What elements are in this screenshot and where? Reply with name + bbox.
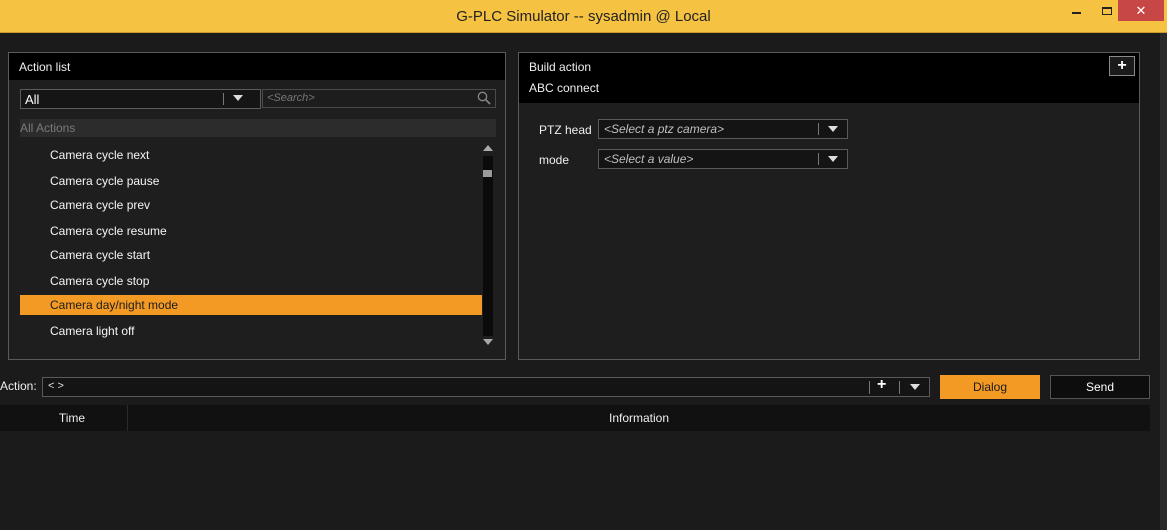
plus-icon: + bbox=[877, 376, 887, 393]
action-list-header: Action list bbox=[9, 53, 505, 80]
group-header-all-actions[interactable]: All Actions bbox=[20, 119, 496, 137]
column-header-time[interactable]: Time bbox=[17, 405, 127, 431]
plus-icon: + bbox=[1117, 57, 1127, 74]
action-filter-select[interactable]: All bbox=[20, 89, 261, 109]
column-header-information[interactable]: Information bbox=[128, 405, 1150, 431]
action-label: Action: bbox=[0, 379, 37, 393]
divider bbox=[818, 123, 819, 135]
title-bar: G-PLC Simulator -- sysadmin @ Local ✕ bbox=[0, 0, 1167, 33]
window-title: G-PLC Simulator -- sysadmin @ Local bbox=[456, 8, 711, 25]
list-item[interactable]: Camera cycle pause bbox=[20, 171, 482, 191]
action-input[interactable]: < > + bbox=[42, 376, 930, 397]
list-item[interactable]: Camera light off bbox=[20, 321, 482, 341]
list-item[interactable]: Camera cycle stop bbox=[20, 271, 482, 291]
divider bbox=[818, 153, 819, 165]
window-edge bbox=[1160, 33, 1167, 530]
build-action-header: Build action ABC connect + bbox=[519, 53, 1139, 103]
action-filter-value: All bbox=[25, 92, 40, 107]
action-value: < > bbox=[48, 380, 64, 392]
dialog-button[interactable]: Dialog bbox=[940, 375, 1040, 399]
action-list-title: Action list bbox=[19, 60, 71, 74]
action-search-input[interactable]: <Search> bbox=[262, 89, 496, 108]
list-item[interactable]: Camera cycle resume bbox=[20, 221, 482, 241]
search-icon bbox=[477, 91, 491, 105]
search-placeholder: <Search> bbox=[267, 92, 315, 104]
maximize-icon bbox=[1102, 7, 1112, 15]
ptz-head-label: PTZ head bbox=[539, 123, 592, 137]
list-item[interactable]: Camera cycle start bbox=[20, 245, 482, 265]
scroll-down-icon[interactable] bbox=[483, 339, 493, 345]
divider bbox=[869, 381, 870, 394]
mode-label: mode bbox=[539, 153, 570, 167]
scrollbar-thumb[interactable] bbox=[483, 170, 492, 177]
add-to-action-button[interactable]: + bbox=[877, 376, 886, 394]
send-button[interactable]: Send bbox=[1050, 375, 1150, 399]
log-table-header: Time Information bbox=[0, 405, 1150, 431]
build-action-panel: Build action ABC connect + PTZ head <Sel… bbox=[518, 52, 1140, 360]
close-icon: ✕ bbox=[1135, 2, 1147, 18]
minimize-button[interactable] bbox=[1061, 0, 1091, 22]
list-item[interactable]: Camera cycle next bbox=[20, 145, 482, 165]
list-item-selected[interactable]: Camera day/night mode bbox=[20, 295, 482, 315]
ptz-head-placeholder: <Select a ptz camera> bbox=[604, 122, 725, 136]
group-header-label: All Actions bbox=[20, 121, 76, 135]
minimize-icon bbox=[1071, 12, 1081, 14]
scroll-up-icon[interactable] bbox=[483, 145, 493, 151]
build-action-subtitle: ABC connect bbox=[529, 81, 600, 95]
divider bbox=[223, 93, 224, 105]
build-action-title: Build action bbox=[529, 60, 592, 74]
add-action-button[interactable]: + bbox=[1109, 56, 1135, 76]
list-scrollbar[interactable] bbox=[483, 156, 493, 336]
chevron-down-icon bbox=[233, 95, 243, 101]
list-item[interactable]: Camera cycle prev bbox=[20, 195, 482, 215]
mode-placeholder: <Select a value> bbox=[604, 152, 694, 166]
chevron-down-icon[interactable] bbox=[910, 384, 920, 390]
ptz-head-select[interactable]: <Select a ptz camera> bbox=[598, 119, 848, 139]
chevron-down-icon bbox=[828, 126, 838, 132]
log-table-body bbox=[0, 431, 1150, 530]
chevron-down-icon bbox=[828, 156, 838, 162]
close-button[interactable]: ✕ bbox=[1118, 0, 1164, 21]
mode-select[interactable]: <Select a value> bbox=[598, 149, 848, 169]
divider bbox=[899, 381, 900, 394]
